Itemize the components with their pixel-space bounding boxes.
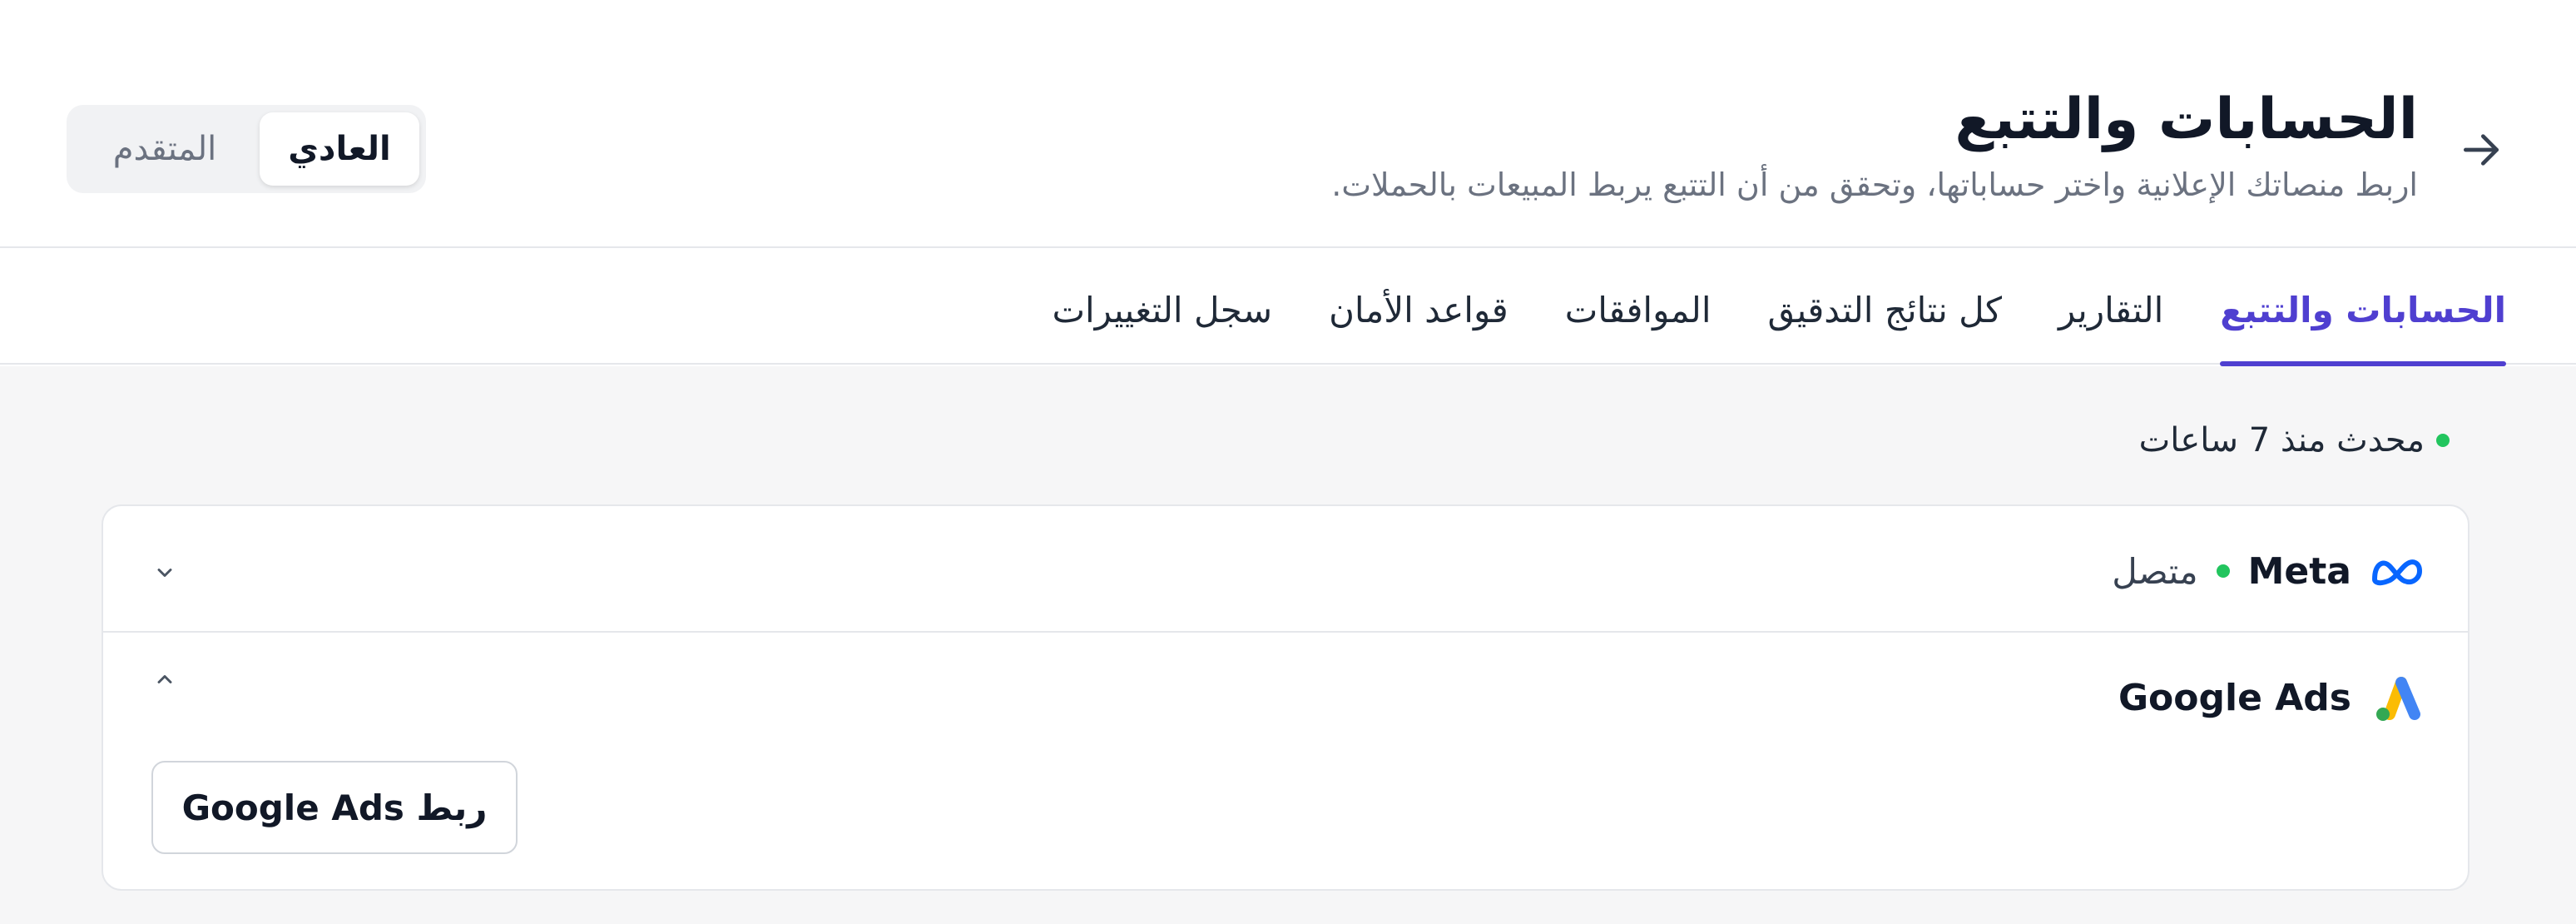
google-ads-logo-icon <box>2376 677 2420 721</box>
status-dot <box>2436 434 2450 447</box>
chevron-down-icon[interactable] <box>148 556 181 589</box>
page-header: الحسابات والتتبع اربط منصاتك الإعلانية و… <box>0 0 2576 248</box>
connect-google-ads-button[interactable]: ربط Google Ads <box>151 761 518 854</box>
tab-accounts-tracking[interactable]: الحسابات والتتبع <box>2220 250 2506 366</box>
back-button[interactable] <box>2456 125 2506 175</box>
platform-name-meta: Meta <box>2247 549 2351 593</box>
last-updated-status: محدث منذ 7 ساعات <box>2139 421 2450 460</box>
page: الحسابات والتتبع اربط منصاتك الإعلانية و… <box>0 0 2576 924</box>
platform-name-google-ads: Google Ads <box>2118 676 2351 719</box>
tab-change-log[interactable]: سجل التغييرات <box>1052 250 1272 365</box>
connected-status-dot <box>2216 564 2230 578</box>
page-subtitle: اربط منصاتك الإعلانية واختر حساباتها، وت… <box>1331 166 2418 203</box>
content-area: محدث منذ 7 ساعات Meta متصل Google Ads رب… <box>0 366 2576 924</box>
meta-logo-icon <box>2372 559 2422 586</box>
arrow-right-icon <box>2464 134 2499 166</box>
chevron-up-icon[interactable] <box>148 663 181 696</box>
tab-reports[interactable]: التقارير <box>2058 250 2163 365</box>
last-updated-text: محدث منذ 7 ساعات <box>2138 421 2425 460</box>
tab-approvals[interactable]: الموافقات <box>1565 250 1712 365</box>
page-title: الحسابات والتتبع <box>1954 87 2418 152</box>
mode-option-basic[interactable]: العادي <box>260 112 419 186</box>
mode-option-advanced[interactable]: المتقدم <box>73 112 256 186</box>
mode-toggle: العادي المتقدم <box>67 105 426 193</box>
platform-row-meta[interactable]: Meta متصل <box>103 506 2468 633</box>
connection-status-meta: متصل <box>2112 550 2198 592</box>
tab-audit-results[interactable]: كل نتائج التدقيق <box>1768 250 2002 365</box>
platforms-card: Meta متصل Google Ads ربط Google Ads <box>102 504 2469 891</box>
tab-safety-rules[interactable]: قواعد الأمان <box>1329 250 1508 365</box>
tab-bar: الحسابات والتتبع التقارير كل نتائج التدق… <box>0 250 2576 366</box>
